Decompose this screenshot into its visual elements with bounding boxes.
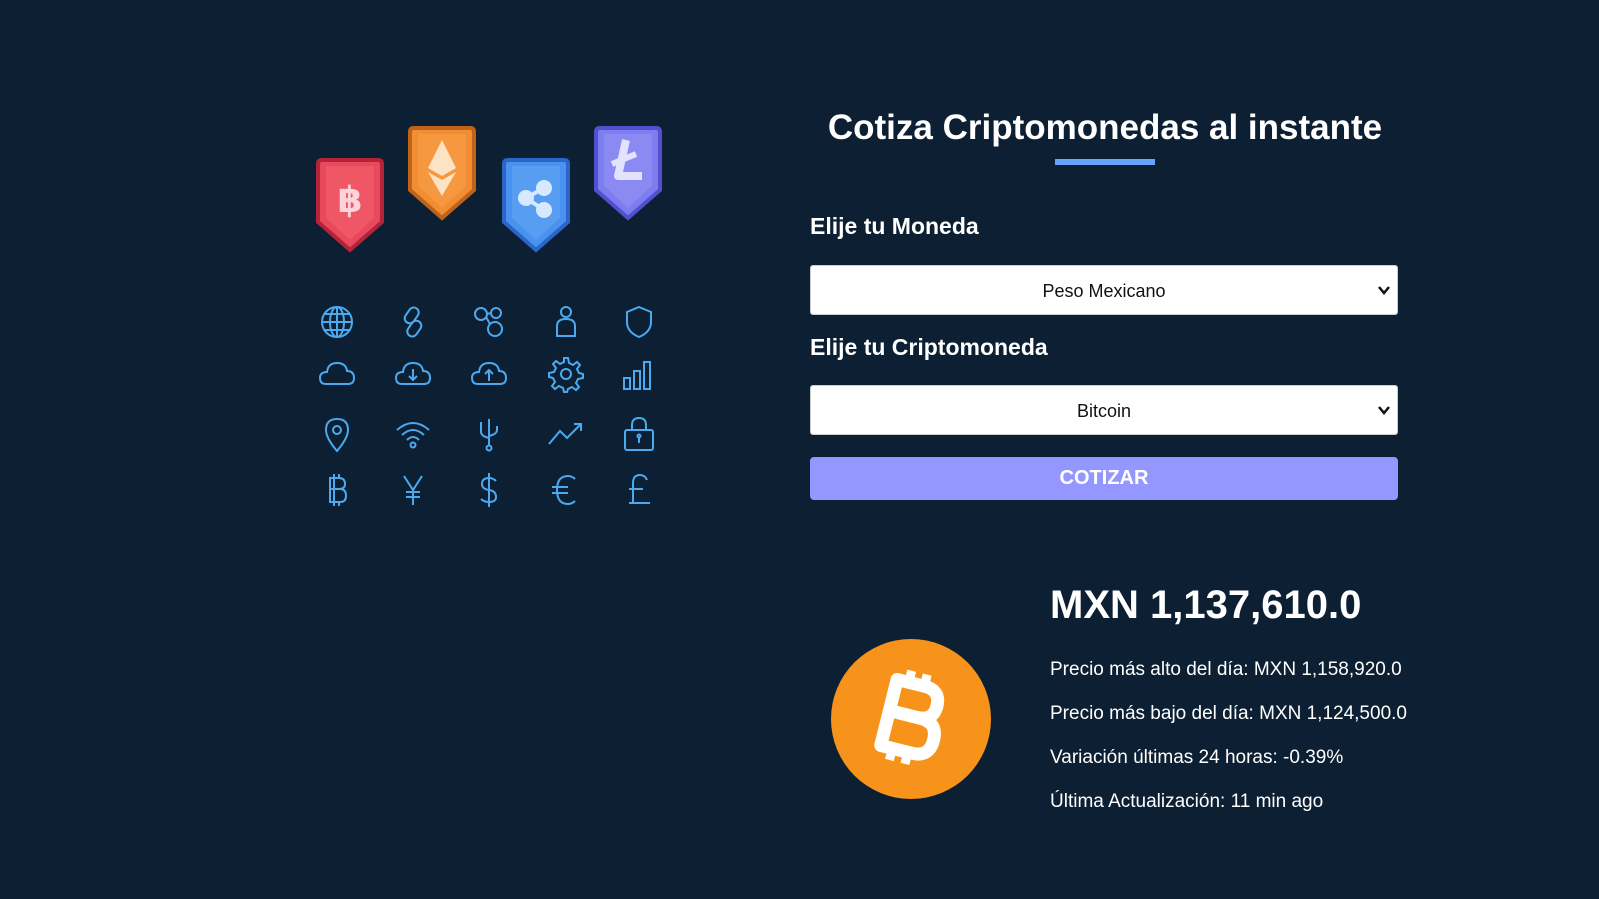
location-pin-icon — [317, 414, 357, 454]
pound-icon — [619, 470, 659, 510]
cloud-download-icon — [393, 354, 433, 394]
chevron-down-icon — [1378, 286, 1390, 295]
icon-row-4 — [310, 470, 680, 510]
last-updated: Última Actualización: 11 min ago — [1050, 791, 1324, 812]
ripple-badge-icon — [502, 158, 570, 253]
globe-icon — [317, 302, 357, 342]
yen-icon — [393, 470, 433, 510]
lock-icon — [619, 414, 659, 454]
crypto-select-value: Bitcoin — [1076, 401, 1132, 421]
title-underline — [1055, 159, 1155, 165]
bitcoin-logo-icon — [831, 639, 991, 799]
change-24h: Variación últimas 24 horas: -0.39% — [1050, 747, 1344, 768]
day-high: Precio más alto del día: MXN 1,158,920.0 — [1050, 659, 1402, 680]
cloud-icon — [317, 354, 357, 394]
ethereum-badge-icon — [408, 126, 476, 221]
user-icon — [546, 302, 586, 342]
currency-select-value: Peso Mexicano — [1042, 281, 1166, 301]
crypto-badges: ฿ — [310, 122, 680, 262]
icon-row-1 — [310, 302, 680, 342]
current-price: MXN 1,137,610.0 — [1050, 583, 1362, 627]
nodes-icon — [469, 302, 509, 342]
currency-select[interactable]: Peso Mexicano — [810, 265, 1398, 315]
dollar-icon — [469, 470, 509, 510]
euro-icon — [546, 470, 586, 510]
hero-illustration: ฿ — [310, 122, 680, 522]
day-low: Precio más bajo del día: MXN 1,124,500.0 — [1050, 703, 1407, 724]
cotizar-button[interactable]: Cotizar — [810, 457, 1398, 500]
svg-text:฿: ฿ — [337, 180, 362, 221]
quote-result: MXN 1,137,610.0 Precio más alto del día:… — [1050, 580, 1450, 834]
link-icon — [393, 302, 433, 342]
crypto-select[interactable]: Bitcoin — [810, 385, 1398, 435]
page-title: Cotiza Criptomonedas al instante — [827, 108, 1383, 147]
chevron-down-icon — [1378, 406, 1390, 415]
wifi-icon — [393, 414, 433, 454]
trend-up-icon — [546, 414, 586, 454]
gear-icon — [546, 354, 586, 394]
shield-icon — [619, 302, 659, 342]
cloud-upload-icon — [469, 354, 509, 394]
bitcoin-icon — [317, 470, 357, 510]
bar-chart-icon — [619, 354, 659, 394]
usb-icon — [469, 414, 509, 454]
crypto-label: Elije tu Criptomoneda — [810, 334, 1048, 360]
bitcoin-badge-icon: ฿ — [316, 158, 384, 253]
icon-row-2 — [310, 354, 680, 394]
litecoin-badge-icon — [594, 126, 662, 221]
icon-row-3 — [310, 414, 680, 454]
currency-label: Elije tu Moneda — [810, 213, 979, 239]
